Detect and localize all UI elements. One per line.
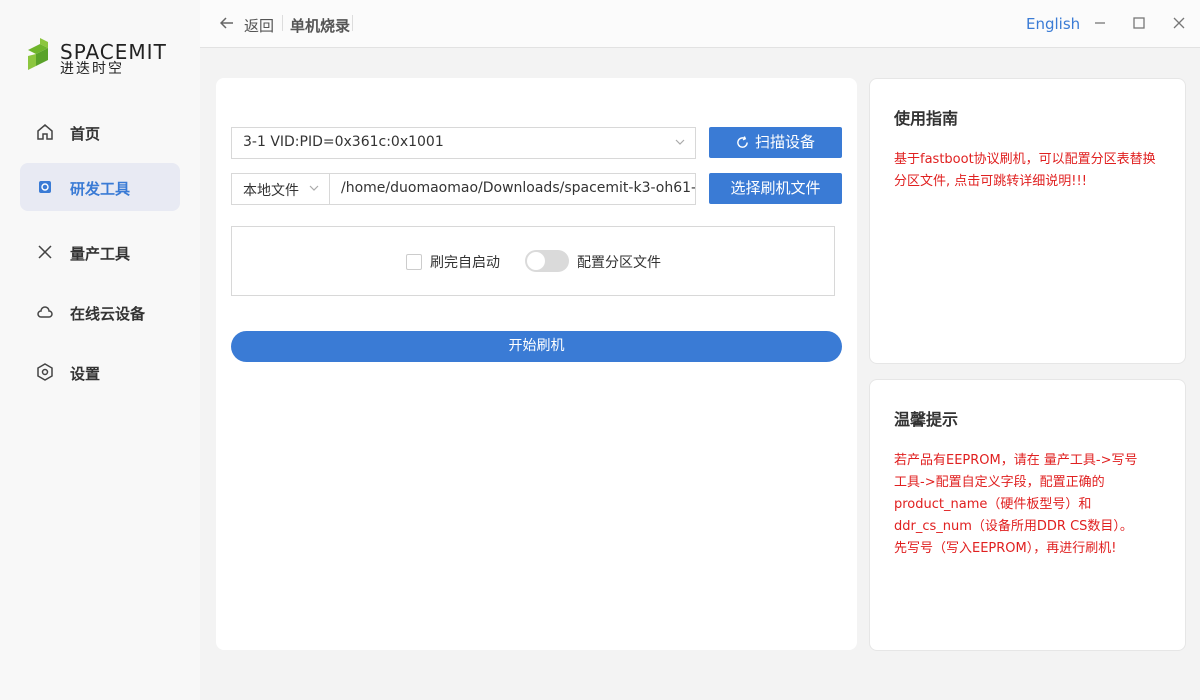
- scan-device-label: 扫描设备: [754, 133, 815, 151]
- sidebar-item-home[interactable]: 首页: [20, 108, 180, 156]
- toggle-knob: [527, 252, 545, 270]
- auto-reboot-label[interactable]: 刷完自启动: [430, 252, 500, 272]
- start-flash-button[interactable]: 开始刷机: [231, 331, 842, 362]
- partition-config-label: 配置分区文件: [577, 255, 661, 271]
- tips-line: ddr_cs_num（设备所用DDR CS数目）。: [894, 519, 1133, 534]
- usage-guide-link[interactable]: 基于fastboot协议刷机，可以配置分区表替换分区文件, 点击可跳转详细说明!…: [894, 149, 1164, 193]
- arrow-left-icon[interactable]: [220, 16, 234, 30]
- divider: [352, 15, 353, 31]
- image-path-input[interactable]: /home/duomaomao/Downloads/spacemit-k3-oh…: [329, 173, 696, 205]
- sidebar-item-label: 量产工具: [70, 245, 131, 263]
- sidebar-item-label: 设置: [70, 365, 101, 383]
- sidebar-item-label: 研发工具: [70, 180, 131, 198]
- sidebar-item-production-tools[interactable]: 量产工具: [20, 228, 180, 276]
- minimize-icon[interactable]: [1092, 15, 1108, 31]
- flash-panel: 3-1 VID:PID=0x361c:0x1001 扫描设备 本地文件 /hom…: [216, 78, 857, 650]
- device-select-value: 3-1 VID:PID=0x361c:0x1001: [243, 134, 444, 150]
- refresh-icon: [737, 136, 748, 148]
- breadcrumb: 单机烧录: [290, 17, 351, 35]
- sidebar-item-cloud-devices[interactable]: 在线云设备: [20, 288, 180, 336]
- tips-card: 温馨提示 若产品有EEPROM，请在 量产工具->写号 工具->配置自定义字段，…: [869, 379, 1186, 651]
- options-box: 刷完自启动 配置分区文件: [231, 226, 835, 296]
- divider: [282, 15, 283, 31]
- device-select[interactable]: 3-1 VID:PID=0x361c:0x1001: [231, 127, 696, 159]
- usage-guide-card: 使用指南 基于fastboot协议刷机，可以配置分区表替换分区文件, 点击可跳转…: [869, 78, 1186, 364]
- scan-device-button[interactable]: 扫描设备: [709, 127, 842, 158]
- tools-icon: [38, 245, 52, 259]
- auto-reboot-checkbox[interactable]: [406, 254, 422, 270]
- maximize-icon[interactable]: [1131, 15, 1147, 31]
- source-select-value: 本地文件: [243, 183, 299, 199]
- sidebar-item-devtools[interactable]: 研发工具: [20, 163, 180, 211]
- chevron-down-icon: [675, 139, 685, 145]
- home-icon: [37, 124, 53, 140]
- back-button[interactable]: 返回: [244, 15, 274, 36]
- spacemit-logo-mark-icon: [28, 38, 48, 70]
- devtools-icon: [39, 181, 51, 193]
- top-bar: 返回 单机烧录 English: [200, 0, 1200, 48]
- cloud-icon: [37, 306, 53, 318]
- partition-config-toggle[interactable]: [525, 250, 569, 272]
- choose-image-button[interactable]: 选择刷机文件: [709, 173, 842, 204]
- tips-line: 先写号（写入EEPROM），再进行刷机!: [894, 541, 1117, 556]
- sidebar: SPACEMIT 进迭时空 首页 研发工具 量产工具 在线云设备 设置: [0, 0, 200, 700]
- tips-title: 温馨提示: [894, 410, 959, 429]
- settings-icon: [37, 363, 53, 381]
- spacemit-logo: SPACEMIT 进迭时空: [26, 36, 186, 77]
- sidebar-item-settings[interactable]: 设置: [20, 348, 180, 396]
- usage-guide-title: 使用指南: [894, 109, 959, 128]
- tips-line: product_name（硬件板型号）和: [894, 497, 1092, 512]
- tips-line: 若产品有EEPROM，请在 量产工具->写号: [894, 453, 1138, 468]
- sidebar-item-label: 在线云设备: [70, 305, 146, 323]
- language-switch[interactable]: English: [1026, 15, 1080, 33]
- tips-text: 若产品有EEPROM，请在 量产工具->写号 工具->配置自定义字段，配置正确的…: [894, 450, 1164, 560]
- tips-line: 工具->配置自定义字段，配置正确的: [894, 475, 1105, 490]
- chevron-down-icon: [309, 185, 319, 191]
- brand-subtitle: 进迭时空: [60, 61, 124, 77]
- source-select[interactable]: 本地文件: [231, 173, 330, 205]
- image-path-value: /home/duomaomao/Downloads/spacemit-k3-oh…: [341, 180, 696, 196]
- close-icon[interactable]: [1171, 15, 1187, 31]
- sidebar-item-label: 首页: [70, 125, 101, 143]
